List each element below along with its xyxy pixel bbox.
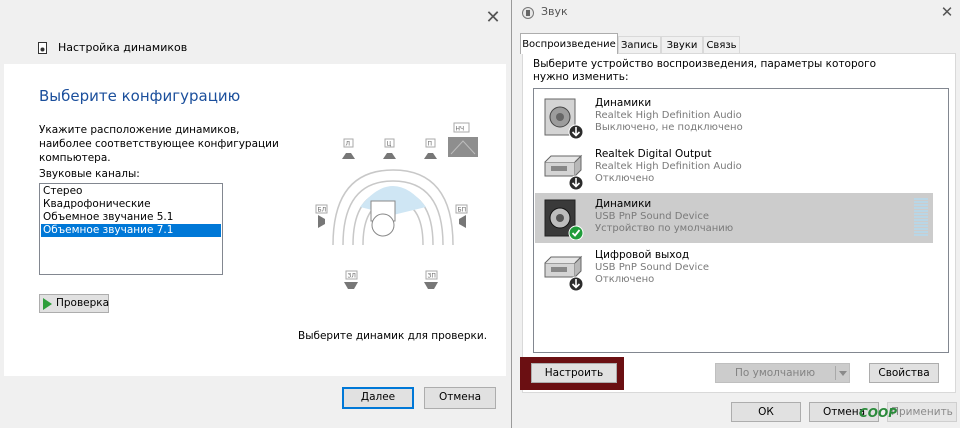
test-button[interactable]: Проверка <box>39 294 109 313</box>
device-status: Выключено, не подключено <box>595 122 743 133</box>
device-name: Динамики <box>595 97 652 109</box>
description-text: Укажите расположение динамиков, наиболее… <box>39 124 279 164</box>
list-item[interactable]: Динамики Realtek High Definition Audio В… <box>535 92 933 142</box>
sound-app-icon <box>522 7 534 19</box>
down-arrow-icon <box>568 175 584 190</box>
checkmark-icon <box>568 225 584 240</box>
speaker-setup-window: ✕ Настройка динамиков Выберите конфигура… <box>0 0 512 428</box>
watermark-logo: COOP <box>859 406 898 420</box>
device-driver: USB PnP Sound Device <box>595 211 709 222</box>
title-bar <box>0 0 510 36</box>
wizard-title: Настройка динамиков <box>58 41 188 54</box>
center-label: Ц <box>387 141 392 148</box>
front-left-label: Л <box>346 141 351 148</box>
rear-left-label: ЗЛ <box>348 273 356 280</box>
list-item-selected[interactable]: Динамики USB PnP Sound Device Устройство… <box>535 193 933 243</box>
list-item[interactable]: Квадрофонические <box>41 198 221 211</box>
instruction-text: Выберите устройство воспроизведения, пар… <box>533 58 877 83</box>
list-item[interactable]: Цифровой выход USB PnP Sound Device Откл… <box>535 244 933 294</box>
volume-level-meter <box>914 198 928 238</box>
device-name: Realtek Digital Output <box>595 148 712 160</box>
down-arrow-icon <box>568 124 584 139</box>
list-item[interactable]: Стерео <box>41 185 221 198</box>
tab-playback[interactable]: Воспроизведение <box>520 33 618 54</box>
set-default-label: По умолчанию <box>734 367 816 379</box>
down-arrow-icon <box>568 276 584 291</box>
device-name: Цифровой выход <box>595 249 690 261</box>
channels-listbox[interactable]: Стерео Квадрофонические Объемное звучани… <box>39 183 223 275</box>
listener-icon <box>370 200 396 237</box>
subwoofer-label: НЧ <box>456 126 465 133</box>
cancel-button[interactable]: Отмена <box>424 387 496 409</box>
close-icon[interactable]: ✕ <box>482 8 504 28</box>
device-status: Отключено <box>595 173 655 184</box>
side-left-label: БЛ <box>318 207 327 214</box>
tab-sounds[interactable]: Звуки <box>661 36 703 53</box>
play-icon <box>43 298 52 310</box>
set-default-button[interactable]: По умолчанию <box>715 363 850 383</box>
speaker-diagram: Л Ц П НЧ БЛ БП ЗЛ ЗП <box>315 122 478 289</box>
ok-button[interactable]: ОК <box>731 402 801 422</box>
side-right-label: БП <box>458 207 467 214</box>
speaker-icon <box>38 42 47 54</box>
configure-button[interactable]: Настроить <box>531 363 617 383</box>
page-title: Выберите конфигурацию <box>39 87 241 105</box>
list-item-selected[interactable]: Объемное звучание 7.1 <box>41 224 221 237</box>
sound-window: Звук ✕ Воспроизведение Запись Звуки Связ… <box>512 0 960 428</box>
channels-label: Звуковые каналы: <box>39 168 140 180</box>
device-name: Динамики <box>595 198 652 210</box>
device-status: Устройство по умолчанию <box>595 223 734 234</box>
device-list[interactable]: Динамики Realtek High Definition Audio В… <box>533 88 949 353</box>
properties-button[interactable]: Свойства <box>869 363 939 383</box>
window-title: Звук <box>541 5 568 18</box>
rear-right-label: ЗП <box>428 273 436 280</box>
list-item[interactable]: Объемное звучание 5.1 <box>41 211 221 224</box>
close-icon[interactable]: ✕ <box>937 2 957 22</box>
chevron-down-icon[interactable] <box>839 371 847 376</box>
tab-communications[interactable]: Связь <box>703 36 740 53</box>
hint-text: Выберите динамик для проверки. <box>298 330 488 342</box>
test-button-label: Проверка <box>56 297 110 309</box>
device-status: Отключено <box>595 274 655 285</box>
tab-recording[interactable]: Запись <box>618 36 661 53</box>
front-right-label: П <box>428 141 433 148</box>
list-item[interactable]: Realtek Digital Output Realtek High Defi… <box>535 143 933 193</box>
apply-button[interactable]: Применить <box>887 402 957 422</box>
device-driver: USB PnP Sound Device <box>595 262 709 273</box>
split-divider <box>835 366 836 380</box>
next-button[interactable]: Далее <box>342 387 414 409</box>
device-driver: Realtek High Definition Audio <box>595 161 742 172</box>
device-driver: Realtek High Definition Audio <box>595 110 742 121</box>
